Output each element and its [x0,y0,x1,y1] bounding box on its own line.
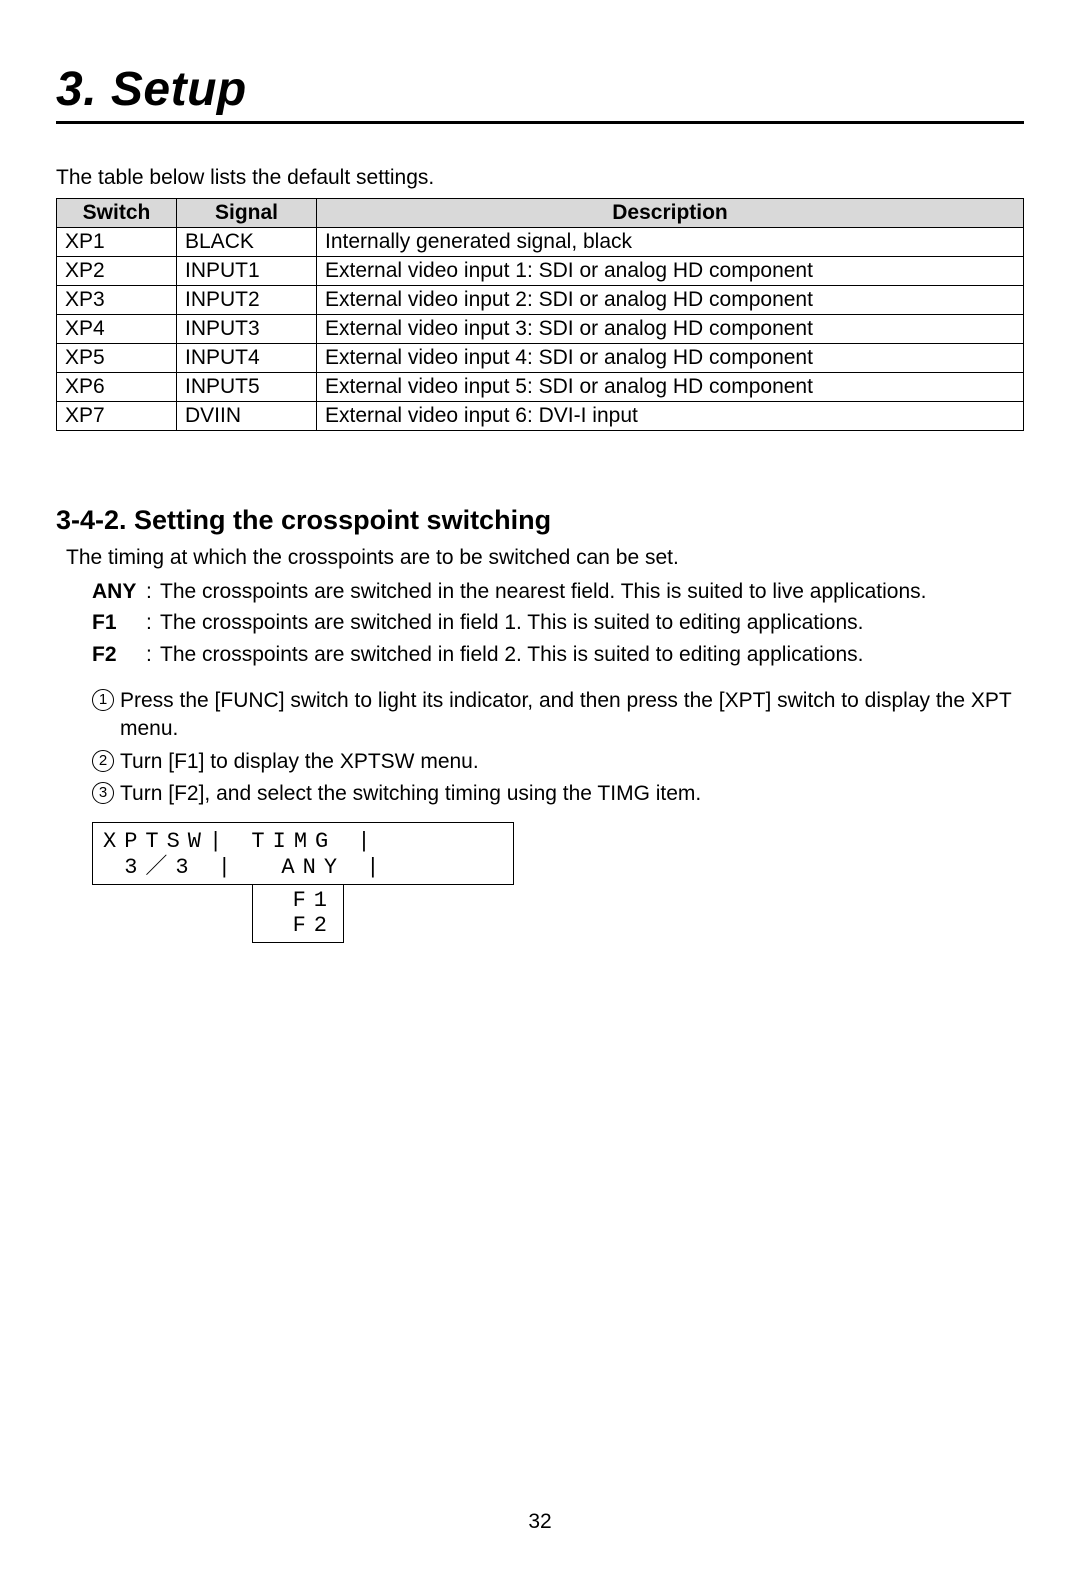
th-switch: Switch [57,199,177,228]
th-description: Description [317,199,1024,228]
cell-switch: XP3 [57,286,177,315]
definition-list: ANY : The crosspoints are switched in th… [56,578,1024,669]
definition-row: ANY : The crosspoints are switched in th… [92,578,1024,606]
lcd-row-2: 3／3 | ANY | [103,855,503,880]
cell-desc: External video input 1: SDI or analog HD… [317,257,1024,286]
lcd-sub-1: F1 [261,889,335,914]
def-text: The crosspoints are switched in field 1.… [160,609,1024,637]
def-text: The crosspoints are switched in field 2.… [160,641,1024,669]
cell-switch: XP1 [57,228,177,257]
def-text: The crosspoints are switched in the near… [160,578,1024,606]
page-number: 32 [0,1510,1080,1534]
th-signal: Signal [177,199,317,228]
section-lead: The timing at which the crosspoints are … [56,546,1024,570]
cell-desc: External video input 2: SDI or analog HD… [317,286,1024,315]
chapter-title: 3. Setup [56,62,1024,124]
section-heading: 3-4-2. Setting the crosspoint switching [56,505,1024,536]
table-row: XP3 INPUT2 External video input 2: SDI o… [57,286,1024,315]
cell-signal: BLACK [177,228,317,257]
table-row: XP5 INPUT4 External video input 4: SDI o… [57,344,1024,373]
step-number-badge: 1 [92,689,114,711]
def-colon: : [146,609,160,637]
table-row: XP2 INPUT1 External video input 1: SDI o… [57,257,1024,286]
lcd-display: XPTSW| TIMG | 3／3 | ANY | F1 F2 [92,822,1024,943]
def-label: F1 [92,609,146,637]
cell-desc: Internally generated signal, black [317,228,1024,257]
table-header-row: Switch Signal Description [57,199,1024,228]
steps-list: 1 Press the [FUNC] switch to light its i… [56,687,1024,808]
definition-row: F2 : The crosspoints are switched in fie… [92,641,1024,669]
def-label: ANY [92,578,146,606]
default-settings-table: Switch Signal Description XP1 BLACK Inte… [56,198,1024,431]
step-text: Turn [F2], and select the switching timi… [120,780,1024,808]
step-number-badge: 2 [92,750,114,772]
step-text: Press the [FUNC] switch to light its ind… [120,687,1024,744]
cell-signal: INPUT4 [177,344,317,373]
lcd-sub-box: F1 F2 [252,885,344,943]
definition-row: F1 : The crosspoints are switched in fie… [92,609,1024,637]
table-row: XP6 INPUT5 External video input 5: SDI o… [57,373,1024,402]
cell-signal: DVIIN [177,402,317,431]
cell-desc: External video input 4: SDI or analog HD… [317,344,1024,373]
cell-switch: XP6 [57,373,177,402]
def-label: F2 [92,641,146,669]
table-row: XP1 BLACK Internally generated signal, b… [57,228,1024,257]
lcd-row-1: XPTSW| TIMG | [103,829,503,854]
cell-switch: XP2 [57,257,177,286]
table-row: XP4 INPUT3 External video input 3: SDI o… [57,315,1024,344]
step-number-badge: 3 [92,782,114,804]
table-row: XP7 DVIIN External video input 6: DVI-I … [57,402,1024,431]
cell-signal: INPUT2 [177,286,317,315]
cell-desc: External video input 5: SDI or analog HD… [317,373,1024,402]
def-colon: : [146,578,160,606]
cell-desc: External video input 6: DVI-I input [317,402,1024,431]
table-intro-text: The table below lists the default settin… [56,166,1024,190]
cell-switch: XP4 [57,315,177,344]
step-row: 3 Turn [F2], and select the switching ti… [92,780,1024,808]
cell-switch: XP5 [57,344,177,373]
cell-desc: External video input 3: SDI or analog HD… [317,315,1024,344]
cell-signal: INPUT5 [177,373,317,402]
lcd-main-box: XPTSW| TIMG | 3／3 | ANY | [92,822,514,885]
lcd-sub-2: F2 [261,914,335,939]
step-row: 1 Press the [FUNC] switch to light its i… [92,687,1024,744]
cell-signal: INPUT3 [177,315,317,344]
cell-signal: INPUT1 [177,257,317,286]
def-colon: : [146,641,160,669]
cell-switch: XP7 [57,402,177,431]
step-text: Turn [F1] to display the XPTSW menu. [120,748,1024,776]
step-row: 2 Turn [F1] to display the XPTSW menu. [92,748,1024,776]
